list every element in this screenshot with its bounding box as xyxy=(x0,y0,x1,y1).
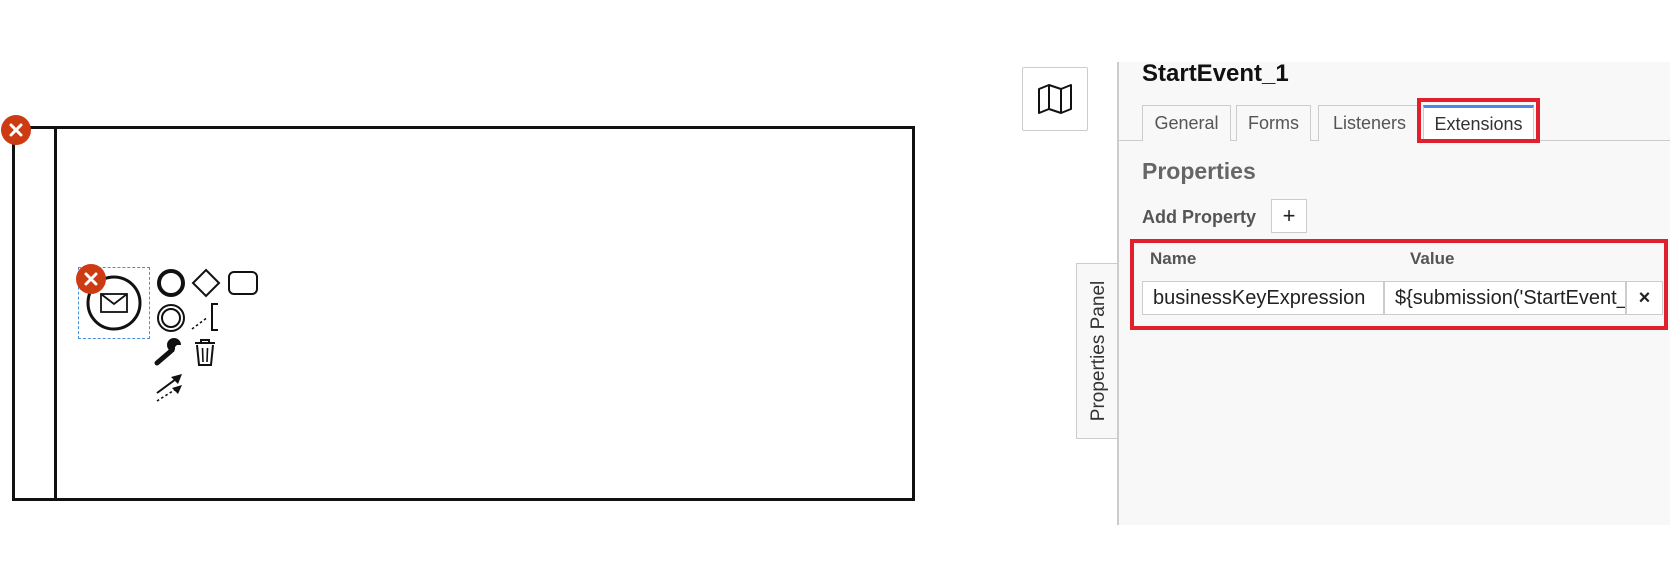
tab-listeners[interactable]: Listeners xyxy=(1318,105,1421,141)
property-value-input[interactable]: ${submission('StartEvent_1') xyxy=(1384,281,1626,315)
properties-panel-toggle[interactable]: Properties Panel xyxy=(1076,263,1120,439)
text-annotation-icon[interactable] xyxy=(190,300,222,334)
delete-property-button[interactable]: × xyxy=(1626,281,1663,315)
property-name-input[interactable]: businessKeyExpression xyxy=(1142,281,1384,315)
extensions-tab-highlight xyxy=(1417,98,1540,143)
properties-panel-toggle-label: Properties Panel xyxy=(1087,280,1109,422)
close-x-icon xyxy=(84,272,98,286)
delete-trash-icon[interactable] xyxy=(190,336,220,368)
event-error-badge[interactable] xyxy=(76,264,106,294)
map-icon xyxy=(1038,84,1072,114)
pool-header-divider xyxy=(54,126,57,501)
change-type-wrench-icon[interactable] xyxy=(154,336,186,368)
tab-forms[interactable]: Forms xyxy=(1236,105,1311,141)
connect-arrow-icon[interactable] xyxy=(154,370,186,404)
append-gateway-icon[interactable] xyxy=(190,267,222,299)
tab-general[interactable]: General xyxy=(1142,105,1231,141)
element-title: StartEvent_1 xyxy=(1142,60,1289,87)
append-intermediate-event-icon[interactable] xyxy=(155,302,187,334)
column-header-name: Name xyxy=(1150,249,1197,268)
close-x-icon xyxy=(9,123,23,137)
add-property-label: Add Property xyxy=(1142,207,1257,227)
column-header-value: Value xyxy=(1410,249,1455,268)
minimap-toggle-button[interactable] xyxy=(1022,67,1088,131)
message-envelope-icon xyxy=(100,293,128,313)
add-property-button[interactable]: + xyxy=(1271,199,1307,233)
append-end-event-icon[interactable] xyxy=(155,267,187,299)
pool-error-badge[interactable] xyxy=(1,115,31,145)
append-task-icon[interactable] xyxy=(226,267,260,299)
section-title: Properties xyxy=(1142,158,1256,184)
